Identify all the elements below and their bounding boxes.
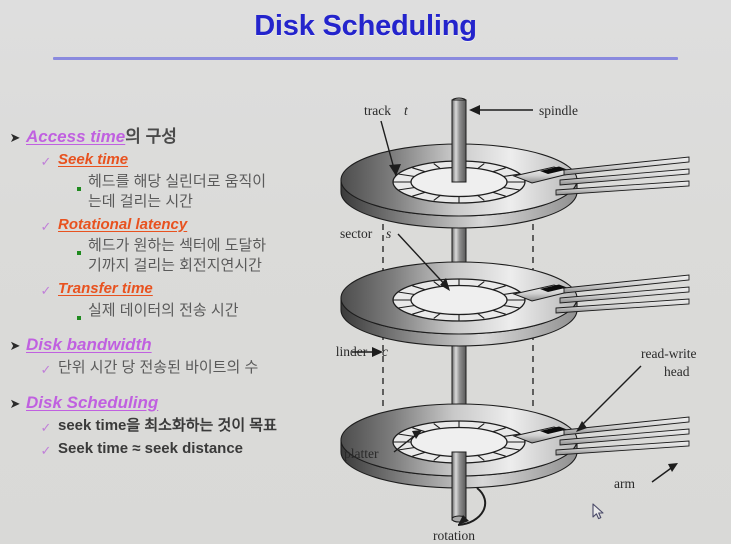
bullet-rot-desc-line1: 헤드가 원하는 섹터에 도달하 <box>88 237 267 255</box>
bullet-seek-time: ✓ Seek time <box>0 151 350 170</box>
arrow-bullet-icon: ➤ <box>9 130 21 145</box>
bullet-disk-scheduling-label: Disk Scheduling <box>26 392 159 412</box>
bullet-seek-time-desc: 헤드를 해당 실린더로 움직이 는데 걸리는 시간 <box>0 172 350 212</box>
check-bullet-icon: ✓ <box>40 361 52 377</box>
bullet-access-time-suffix: 의 구성 <box>125 127 177 146</box>
label-sector-var: s <box>386 226 391 241</box>
check-bullet-icon: ✓ <box>40 442 52 458</box>
label-rotation: rotation <box>433 528 475 543</box>
bullet-seek-distance-label: Seek time ≈ seek distance <box>58 439 244 457</box>
label-arm: arm <box>614 476 635 491</box>
bullet-bandwidth-desc-label: 단위 시간 당 전송된 바이트의 수 <box>58 358 259 376</box>
bullet-disk-bandwidth: ➤ Disk bandwidth <box>0 334 350 355</box>
label-read-write-1: read-write <box>641 346 696 361</box>
square-bullet-icon <box>70 301 88 324</box>
platter-middle <box>340 261 578 347</box>
check-bullet-icon: ✓ <box>40 154 52 170</box>
title-divider <box>53 57 678 60</box>
bullet-list: ➤ Access time의 구성 ✓ Seek time 헤드를 해당 실린더… <box>0 126 350 458</box>
check-bullet-icon: ✓ <box>40 218 52 234</box>
bullet-transfer-time: ✓ Transfer time <box>0 280 350 299</box>
bullet-seek-minimize-label: seek time을 최소화하는 것이 목표 <box>58 416 277 434</box>
bullet-seek-desc-line2: 는데 걸리는 시간 <box>88 192 193 210</box>
label-cylinder-var: c <box>382 344 388 359</box>
label-track: track <box>364 103 391 118</box>
bullet-transfer-time-desc: 실제 데이터의 전송 시간 <box>0 301 350 324</box>
bullet-rotational-latency-label: Rotational latency <box>58 215 188 233</box>
bullet-transfer-desc-line1: 실제 데이터의 전송 시간 <box>88 301 239 319</box>
disk-platter-diagram: track t spindle sector s cylinder c read… <box>336 88 731 544</box>
square-bullet-icon <box>70 172 88 195</box>
bullet-seek-time-label: Seek time <box>58 151 129 169</box>
bullet-transfer-time-label: Transfer time <box>58 279 153 297</box>
mouse-pointer <box>592 503 606 521</box>
bullet-rotational-latency: ✓ Rotational latency <box>0 216 350 235</box>
bullet-access-time-label: Access time <box>26 127 126 146</box>
square-bullet-icon <box>70 236 88 259</box>
arrow-bullet-icon: ➤ <box>9 337 21 353</box>
bullet-access-time: ➤ Access time의 구성 <box>0 126 350 147</box>
label-track-var: t <box>404 103 409 118</box>
bullet-rotational-latency-desc: 헤드가 원하는 섹터에 도달하 기까지 걸리는 회전지연시간 <box>0 236 350 276</box>
page-title: Disk Scheduling <box>254 10 477 42</box>
check-bullet-icon: ✓ <box>40 419 52 435</box>
bullet-seek-minimize: ✓ seek time을 최소화하는 것이 목표 <box>0 417 350 436</box>
bullet-seek-distance: ✓ Seek time ≈ seek distance <box>0 440 350 459</box>
bullet-rot-desc-line2: 기까지 걸리는 회전지연시간 <box>88 257 262 275</box>
bullet-seek-desc-line1: 헤드를 해당 실린더로 움직이 <box>88 173 267 190</box>
label-read-write-2: head <box>664 364 690 379</box>
label-spindle: spindle <box>539 103 578 118</box>
slide-canvas: Disk Scheduling ➤ Access time의 구성 ✓ Seek… <box>0 0 731 544</box>
bullet-disk-bandwidth-label: Disk bandwidth <box>26 334 152 354</box>
arrow-bullet-icon: ➤ <box>9 395 21 411</box>
label-sector: sector <box>340 226 373 241</box>
bullet-disk-bandwidth-desc: ✓ 단위 시간 당 전송된 바이트의 수 <box>0 359 350 378</box>
check-bullet-icon: ✓ <box>40 282 52 298</box>
bullet-disk-scheduling: ➤ Disk Scheduling <box>0 392 350 413</box>
label-platter: platter <box>344 446 379 461</box>
leader-read-write <box>578 365 642 429</box>
